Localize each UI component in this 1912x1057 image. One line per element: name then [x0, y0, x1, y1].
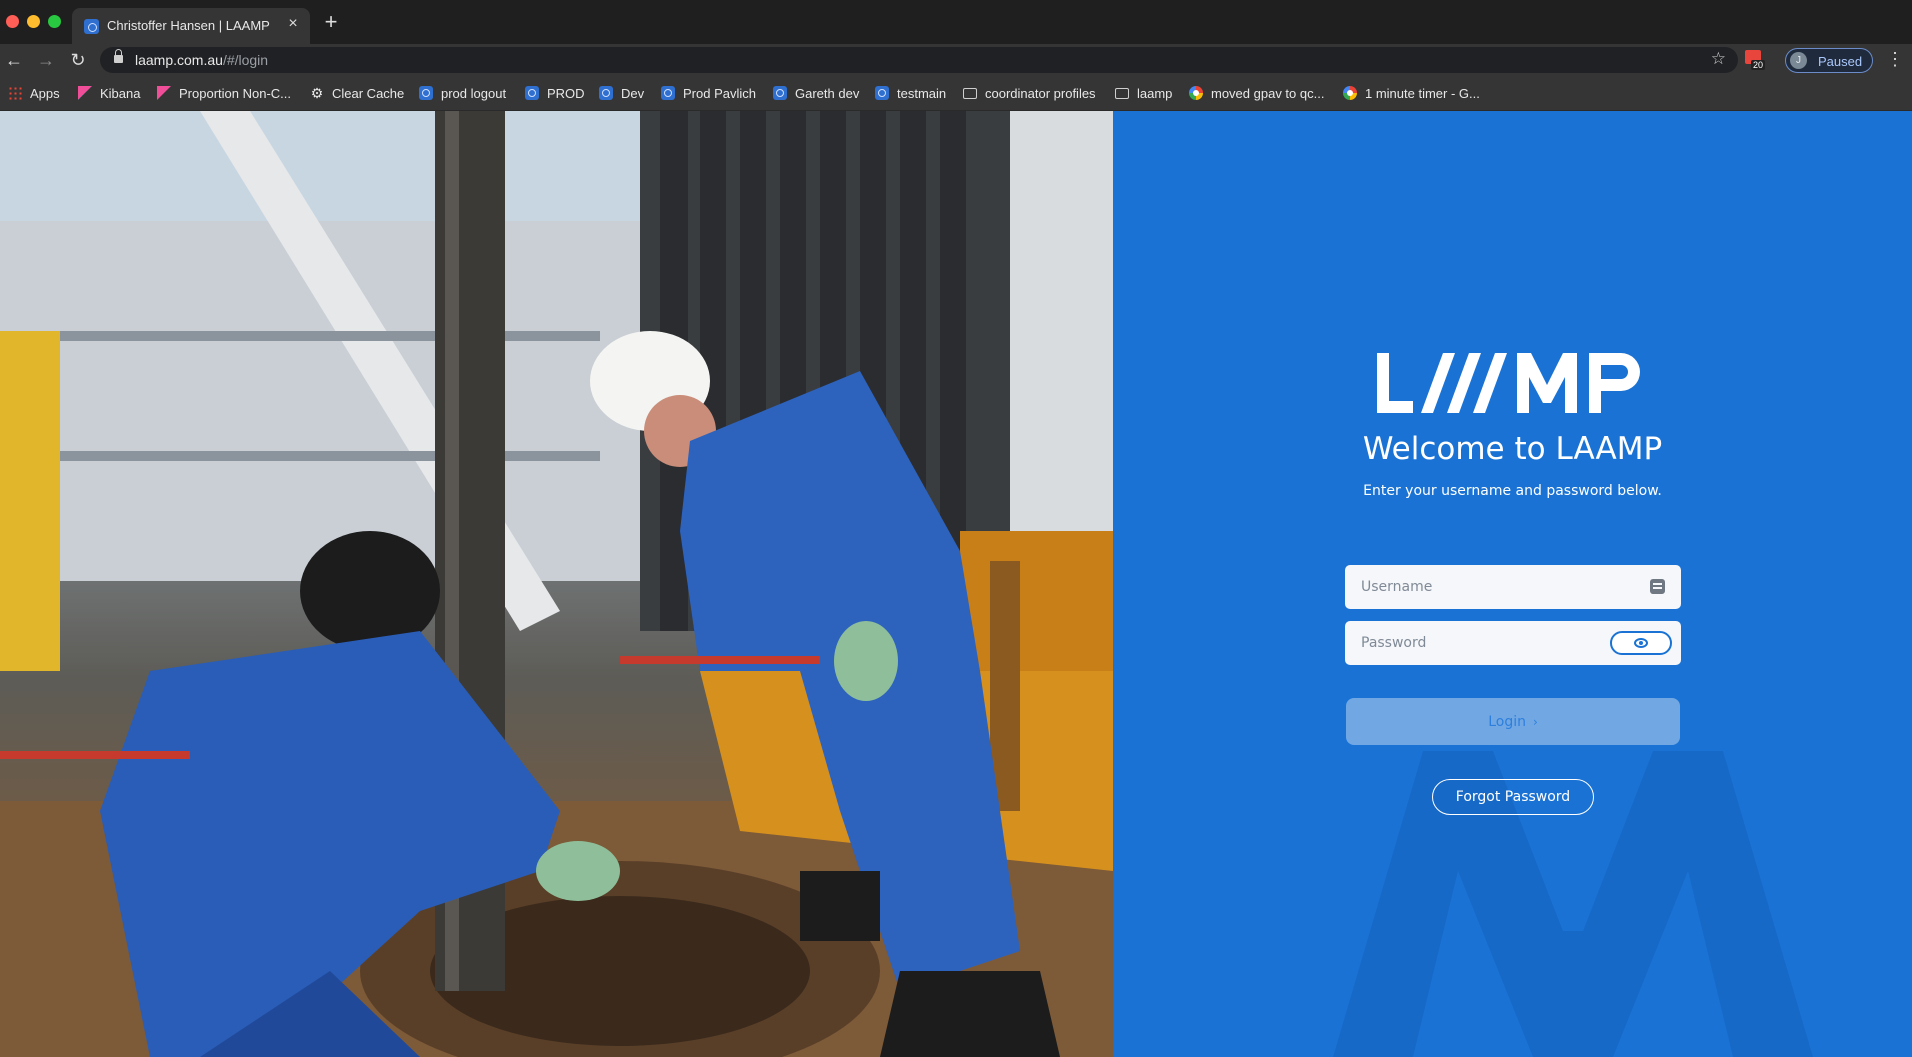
laamp-favicon-icon: [773, 86, 787, 100]
bookmark-label: Clear Cache: [332, 85, 405, 101]
bookmark-label: Gareth dev: [795, 85, 860, 101]
calendar-extension-icon[interactable]: 20: [1745, 50, 1766, 70]
bookmark-label: prod logout: [441, 85, 507, 101]
username-field: [1345, 565, 1681, 609]
more-menu-icon[interactable]: ⋮: [1886, 48, 1904, 72]
bookmark-gareth-dev[interactable]: Gareth dev: [773, 84, 859, 102]
bookmark-label: Proportion Non-C...: [179, 85, 291, 101]
laamp-favicon-icon: [84, 19, 99, 34]
login-panel: Welcome to LAAMP Enter your username and…: [1113, 111, 1912, 1057]
bookmark-label: 1 minute timer - G...: [1365, 85, 1480, 101]
bookmark-minute-timer[interactable]: 1 minute timer - G...: [1343, 84, 1480, 102]
laamp-favicon-icon: [875, 86, 889, 100]
lock-icon: [114, 49, 123, 63]
apps-grid-icon: [8, 86, 22, 100]
bookmark-label: PROD: [547, 85, 585, 101]
url-text: laamp.com.au/#/login: [135, 52, 268, 68]
folder-icon: [1115, 87, 1129, 99]
forgot-password-button[interactable]: Forgot Password: [1432, 779, 1594, 815]
window-close-button[interactable]: [6, 15, 19, 28]
show-password-eye-icon[interactable]: [1610, 631, 1672, 655]
login-page: Welcome to LAAMP Enter your username and…: [0, 111, 1912, 1057]
bookmark-prod[interactable]: PROD: [525, 84, 585, 102]
welcome-heading: Welcome to LAAMP: [1362, 431, 1663, 467]
bookmark-label: Apps: [30, 85, 60, 101]
hero-photo: [0, 111, 1113, 1057]
kibana-icon: [78, 86, 92, 100]
laamp-logo: [1377, 353, 1640, 413]
window-minimize-button[interactable]: [27, 15, 40, 28]
bookmark-dev[interactable]: Dev: [599, 84, 644, 102]
password-field: [1345, 621, 1681, 665]
bookmark-clear-cache[interactable]: ⚙ Clear Cache: [310, 84, 405, 102]
google-icon: [1343, 86, 1357, 100]
browser-toolbar: ← → ↻ laamp.com.au/#/login ☆ 20 J Paused…: [0, 44, 1912, 76]
reload-icon[interactable]: ↻: [66, 48, 90, 72]
bookmark-prod-pavlich[interactable]: Prod Pavlich: [661, 84, 756, 102]
laamp-favicon-icon: [599, 86, 613, 100]
bookmark-laamp[interactable]: laamp: [1115, 84, 1172, 102]
bookmark-moved-gpav[interactable]: moved gpav to qc...: [1189, 84, 1324, 102]
browser-tab-active[interactable]: Christoffer Hansen | LAAMP ×: [72, 8, 310, 44]
bookmark-label: moved gpav to qc...: [1211, 85, 1325, 101]
laamp-favicon-icon: [525, 86, 539, 100]
bookmark-label: testmain: [897, 85, 947, 101]
folder-icon: [963, 87, 977, 99]
avatar: J: [1790, 52, 1807, 69]
profile-button[interactable]: J Paused: [1785, 48, 1873, 73]
bookmark-label: Kibana: [100, 85, 141, 101]
bookmark-kibana[interactable]: Kibana: [78, 84, 140, 102]
username-input[interactable]: [1345, 565, 1681, 609]
google-icon: [1189, 86, 1203, 100]
extension-badge: 20: [1751, 60, 1766, 70]
address-bar[interactable]: laamp.com.au/#/login ☆: [100, 47, 1738, 73]
chevron-right-icon: ›: [1532, 714, 1538, 729]
forward-arrow-icon[interactable]: →: [34, 48, 58, 72]
new-tab-button[interactable]: +: [320, 11, 342, 34]
back-arrow-icon[interactable]: ←: [2, 48, 26, 72]
bookmark-apps[interactable]: Apps: [8, 84, 60, 102]
tab-title: Christoffer Hansen | LAAMP: [107, 18, 270, 33]
url-path: /#/login: [222, 52, 269, 68]
laamp-favicon-icon: [661, 86, 675, 100]
bookmark-label: Dev: [621, 85, 645, 101]
browser-tab-strip: Christoffer Hansen | LAAMP × +: [0, 0, 1912, 44]
bookmarks-bar: Apps Kibana Proportion Non-C... ⚙ Clear …: [0, 76, 1912, 111]
id-card-icon: [1650, 579, 1665, 594]
window-zoom-button[interactable]: [48, 15, 61, 28]
hero-illustration: [0, 111, 1113, 1057]
kibana-icon: [157, 86, 171, 100]
bookmark-label: Prod Pavlich: [683, 85, 756, 101]
login-button[interactable]: Login ›: [1346, 698, 1680, 745]
bookmark-proportion[interactable]: Proportion Non-C...: [157, 84, 291, 102]
bookmark-label: laamp: [1137, 85, 1173, 101]
profile-status: Paused: [1818, 54, 1863, 69]
login-instructions: Enter your username and password below.: [1363, 483, 1662, 499]
bookmark-label: coordinator profiles: [985, 85, 1096, 101]
gear-icon: ⚙: [310, 85, 324, 101]
bookmark-prod-logout[interactable]: prod logout: [419, 84, 506, 102]
url-host: laamp.com.au: [135, 52, 223, 68]
login-button-label: Login: [1488, 713, 1526, 730]
laamp-favicon-icon: [419, 86, 433, 100]
bookmark-coordinator-profiles[interactable]: coordinator profiles: [963, 84, 1096, 102]
bookmark-star-icon[interactable]: ☆: [1711, 49, 1726, 69]
tab-close-icon[interactable]: ×: [284, 15, 302, 33]
bookmark-testmain[interactable]: testmain: [875, 84, 946, 102]
